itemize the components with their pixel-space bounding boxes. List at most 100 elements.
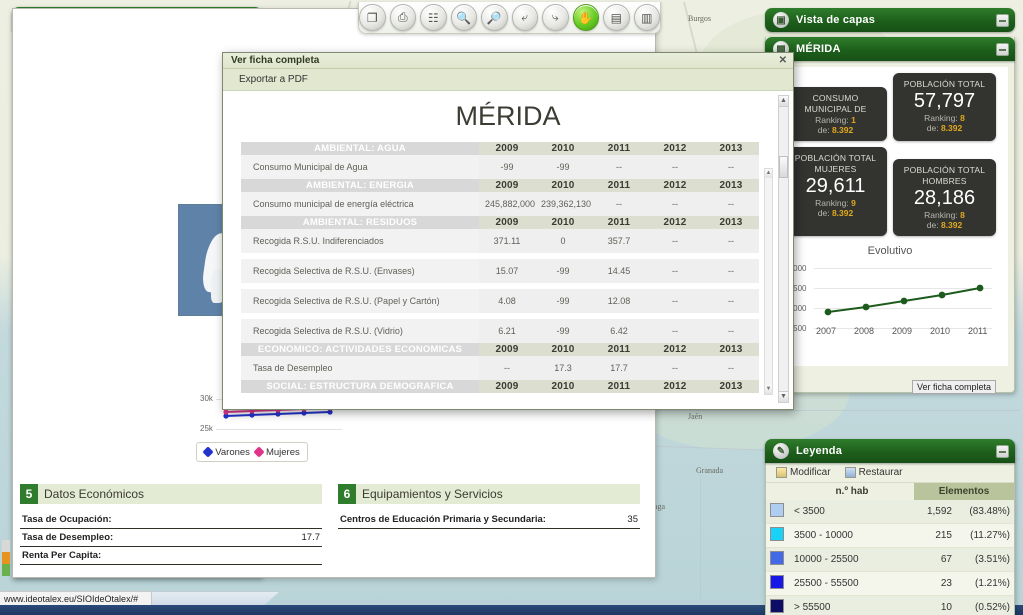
tile-name: POBLACIÓN TOTAL	[903, 79, 986, 89]
pan-hand-icon[interactable]: ✋	[572, 4, 599, 31]
legend-swatch[interactable]	[770, 551, 784, 565]
legend-actions: Modificar Restaurar	[766, 463, 1014, 483]
row-value	[252, 511, 322, 529]
export-pdf-button[interactable]: Exportar a PDF	[239, 74, 308, 85]
row-label: Tasa de Desempleo:	[20, 528, 252, 547]
cell-value: --	[647, 192, 703, 216]
year-header: 2011	[591, 380, 647, 393]
page-scrollbar[interactable]	[2, 540, 10, 576]
section-equipamientos: 6 Equipamientos y Servicios Centros de E…	[338, 484, 640, 529]
poblacion-chart-legend: Varones Mujeres	[196, 442, 308, 462]
cell-value: -99	[535, 289, 591, 313]
legend-col-hab: n.º hab	[835, 486, 869, 497]
legend-swatch[interactable]	[770, 503, 784, 517]
undo-icon[interactable]: ⤶	[511, 4, 538, 31]
scroll-down-icon[interactable]: ▼	[779, 391, 788, 402]
legend-header-row: n.º hab Elementos	[766, 483, 1014, 500]
table-group-header: AMBIENTAL: RESIDUOS 2009 2010 2011 2012 …	[241, 216, 759, 229]
year-header: 2011	[591, 179, 647, 192]
year-header: 2013	[703, 343, 759, 356]
legend-swatch[interactable]	[770, 599, 784, 613]
zoom-in-icon[interactable]: 🔍	[450, 4, 477, 31]
legend-entry-mujeres[interactable]: Mujeres	[253, 445, 300, 458]
map-toolbar: ❐ ⎙ ☷ 🔍 🔎 ⤶ ⤷ ✋ ▤ ▥	[358, 2, 661, 34]
modify-legend-button[interactable]: Modificar	[776, 467, 831, 478]
table-scrollbar[interactable]: ▲ ▼	[764, 168, 773, 395]
modal-scrollbar[interactable]: ▲ ▼	[778, 95, 789, 403]
ver-ficha-completa-button[interactable]: Ver ficha completa	[911, 380, 996, 394]
list-item: > 55500 10 (0.52%)	[766, 595, 1014, 615]
table-row: Recogida Selectiva de R.S.U. (Papel y Ca…	[241, 289, 759, 313]
legend-swatch[interactable]	[770, 575, 784, 589]
merida-panel: ▩ MÉRIDA CONSUMO MUNICIPAL DE Ranking: 1…	[765, 37, 1015, 394]
cell-value: 0	[535, 229, 591, 253]
cell-value: 6.21	[479, 319, 535, 343]
zoom-out-icon[interactable]: 🔎	[481, 4, 508, 31]
redo-icon[interactable]: ⤷	[542, 4, 569, 31]
layers-panel-title: Vista de capas	[796, 14, 876, 26]
table-group-header: SOCIAL: ESTRUCTURA DEMOGRAFICA 2009 2010…	[241, 380, 759, 393]
tile-name: CONSUMO MUNICIPAL DE	[804, 93, 867, 114]
indicator-tiles: CONSUMO MUNICIPAL DE Ranking: 1 de: 8.39…	[776, 73, 1004, 236]
globe-icon[interactable]: ☷	[420, 4, 447, 31]
restore-legend-button[interactable]: Restaurar	[844, 467, 902, 478]
minimize-merida-button[interactable]	[996, 42, 1009, 56]
table-row: Centros de Educación Primaria y Secundar…	[338, 511, 640, 529]
modal-titlebar[interactable]: Ver ficha completa ✕	[223, 53, 793, 69]
year-header: 2009	[479, 343, 535, 356]
merida-evolutivo-chart: Evolutivo 58,000 57,500 57,000 56,500 20…	[780, 242, 1000, 362]
tile-value: 57,797	[913, 90, 976, 112]
tile-poblacion-hombres[interactable]: POBLACIÓN TOTAL HOMBRES 28,186 Ranking: …	[893, 159, 996, 236]
map-label-granada: Granada	[696, 466, 724, 475]
year-header: 2011	[591, 343, 647, 356]
legend-count: 10	[914, 595, 956, 615]
minimize-layers-button[interactable]	[996, 13, 1009, 27]
table-row: Tasa de Ocupación:	[20, 511, 322, 529]
tile-total: de: 8.392	[817, 125, 854, 135]
layers-panel-header[interactable]: ▣ Vista de capas	[765, 8, 1015, 32]
scroll-up-icon[interactable]: ▲	[779, 96, 788, 107]
legend-entry-varones[interactable]: Varones	[202, 445, 250, 458]
year-header: 2012	[647, 179, 703, 192]
indicator-name: Tasa de Desempleo	[241, 356, 479, 380]
table-group-header: ECONOMICO: ACTIVIDADES ECONOMICAS 2009 2…	[241, 343, 759, 356]
cell-value: 6.42	[591, 319, 647, 343]
legend-pct: (1.21%)	[956, 571, 1014, 596]
scrollbar-thumb[interactable]	[779, 156, 788, 178]
list-item: 25500 - 55500 23 (1.21%)	[766, 571, 1014, 596]
tile-ranking: Ranking: 1	[815, 115, 856, 125]
year-header: 2011	[591, 216, 647, 229]
tile-consumo-municipal[interactable]: CONSUMO MUNICIPAL DE Ranking: 1 de: 8.39…	[784, 87, 887, 141]
scroll-up-icon[interactable]: ▲	[765, 169, 772, 178]
legend-panel-header[interactable]: ✎ Leyenda	[765, 439, 1015, 463]
measure-icon[interactable]: ▤	[603, 4, 630, 31]
tile-poblacion-mujeres[interactable]: POBLACIÓN TOTAL MUJERES 29,611 Ranking: …	[784, 147, 887, 236]
scroll-down-icon[interactable]: ▼	[765, 385, 772, 394]
datos-economicos-table: Tasa de Ocupación: Tasa de Desempleo: 17.…	[20, 511, 322, 565]
indicator-name: Recogida Selectiva de R.S.U. (Envases)	[241, 259, 479, 283]
legend-panel-title: Leyenda	[796, 445, 843, 457]
layers-icon[interactable]: ❐	[359, 4, 386, 31]
legend-count: 1,592	[914, 500, 956, 524]
tile-poblacion-total[interactable]: POBLACIÓN TOTAL 57,797 Ranking: 8 de: 8.…	[893, 73, 996, 141]
section-6-title: Equipamientos y Servicios	[362, 487, 503, 501]
map-label-burgos: Burgos	[688, 14, 711, 23]
legend-swatch[interactable]	[770, 527, 784, 541]
group-label: AMBIENTAL: RESIDUOS	[241, 216, 479, 229]
list-item: 3500 - 10000 215 (11.27%)	[766, 523, 1014, 548]
save-map-icon[interactable]: ▥	[633, 4, 660, 31]
cell-value: --	[647, 229, 703, 253]
cell-value: -99	[535, 155, 591, 179]
chart-xtick-1: 2008	[854, 326, 875, 336]
minimize-legend-button[interactable]	[996, 444, 1009, 458]
close-icon[interactable]: ✕	[777, 55, 789, 66]
section-5-header: 5 Datos Económicos	[20, 484, 322, 504]
cell-value: --	[591, 192, 647, 216]
map-label-jaen: Jaén	[688, 412, 703, 421]
year-header: 2012	[647, 343, 703, 356]
merida-panel-header[interactable]: ▩ MÉRIDA	[765, 37, 1015, 61]
indicator-name: Consumo Municipal de Agua	[241, 155, 479, 179]
year-header: 2010	[535, 142, 591, 155]
print-icon[interactable]: ⎙	[389, 4, 416, 31]
tile-value: 29,611	[805, 175, 866, 197]
